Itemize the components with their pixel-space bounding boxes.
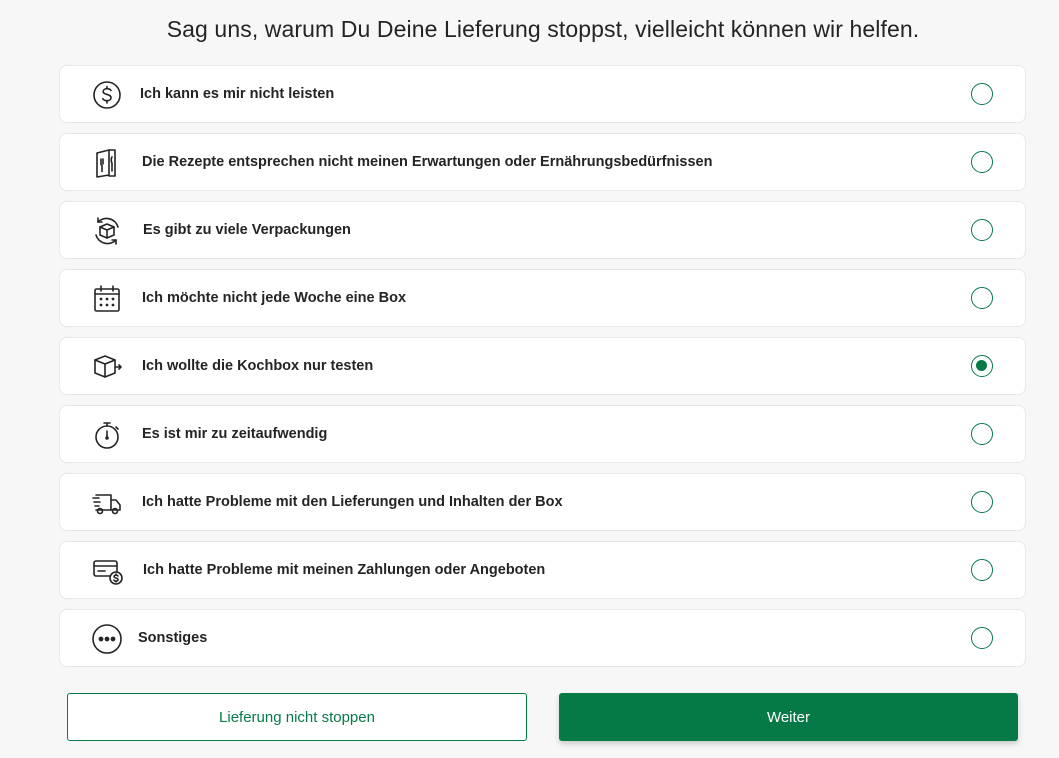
reason-label: Ich hatte Probleme mit den Lieferungen u… [142,494,563,510]
reason-radio-selected[interactable] [971,355,993,377]
reason-label: Sonstiges [138,630,208,646]
reason-label: Ich kann es mir nicht leisten [140,86,335,102]
action-bar: Lieferung nicht stoppen Weiter [67,693,1018,741]
reason-option-weekly-box[interactable]: Ich möchte nicht jede Woche eine Box [59,269,1026,327]
reason-radio[interactable] [971,559,993,581]
delivery-truck-icon [90,486,124,520]
calendar-icon [90,282,124,316]
more-dots-icon [90,622,124,656]
reason-label: Ich wollte die Kochbox nur testen [142,358,374,374]
reason-radio[interactable] [971,151,993,173]
cancel-reason-page: Sag uns, warum Du Deine Lieferung stopps… [0,0,1059,758]
reason-label: Ich möchte nicht jede Woche eine Box [142,290,407,306]
reason-label: Die Rezepte entsprechen nicht meinen Erw… [142,154,713,170]
box-out-icon [90,350,124,384]
reason-option-only-testing[interactable]: Ich wollte die Kochbox nur testen [59,337,1026,395]
page-title: Sag uns, warum Du Deine Lieferung stopps… [166,16,920,42]
packaging-recycle-icon [90,214,124,248]
dollar-coin-icon [90,78,124,112]
reason-radio[interactable] [971,627,993,649]
reason-option-payment-problems[interactable]: Ich hatte Probleme mit meinen Zahlungen … [59,541,1026,599]
credit-card-dollar-icon [90,554,124,588]
reason-label: Es ist mir zu zeitaufwendig [142,426,328,442]
reason-list: Ich kann es mir nicht leisten Die Rezept… [59,65,1026,677]
reason-radio[interactable] [971,491,993,513]
reason-radio[interactable] [971,287,993,309]
reason-label: Ich hatte Probleme mit meinen Zahlungen … [143,562,546,578]
reason-option-other[interactable]: Sonstiges [59,609,1026,667]
reason-label: Es gibt zu viele Verpackungen [143,222,351,238]
continue-button[interactable]: Weiter [559,693,1018,741]
recipe-card-icon [90,146,124,180]
reason-radio[interactable] [971,83,993,105]
reason-option-cannot-afford[interactable]: Ich kann es mir nicht leisten [59,65,1026,123]
keep-delivery-button[interactable]: Lieferung nicht stoppen [67,693,527,741]
reason-option-time-consuming[interactable]: Es ist mir zu zeitaufwendig [59,405,1026,463]
reason-radio[interactable] [971,219,993,241]
reason-option-delivery-problems[interactable]: Ich hatte Probleme mit den Lieferungen u… [59,473,1026,531]
reason-radio[interactable] [971,423,993,445]
stopwatch-icon [90,418,124,452]
reason-option-recipes[interactable]: Die Rezepte entsprechen nicht meinen Erw… [59,133,1026,191]
reason-option-packaging[interactable]: Es gibt zu viele Verpackungen [59,201,1026,259]
